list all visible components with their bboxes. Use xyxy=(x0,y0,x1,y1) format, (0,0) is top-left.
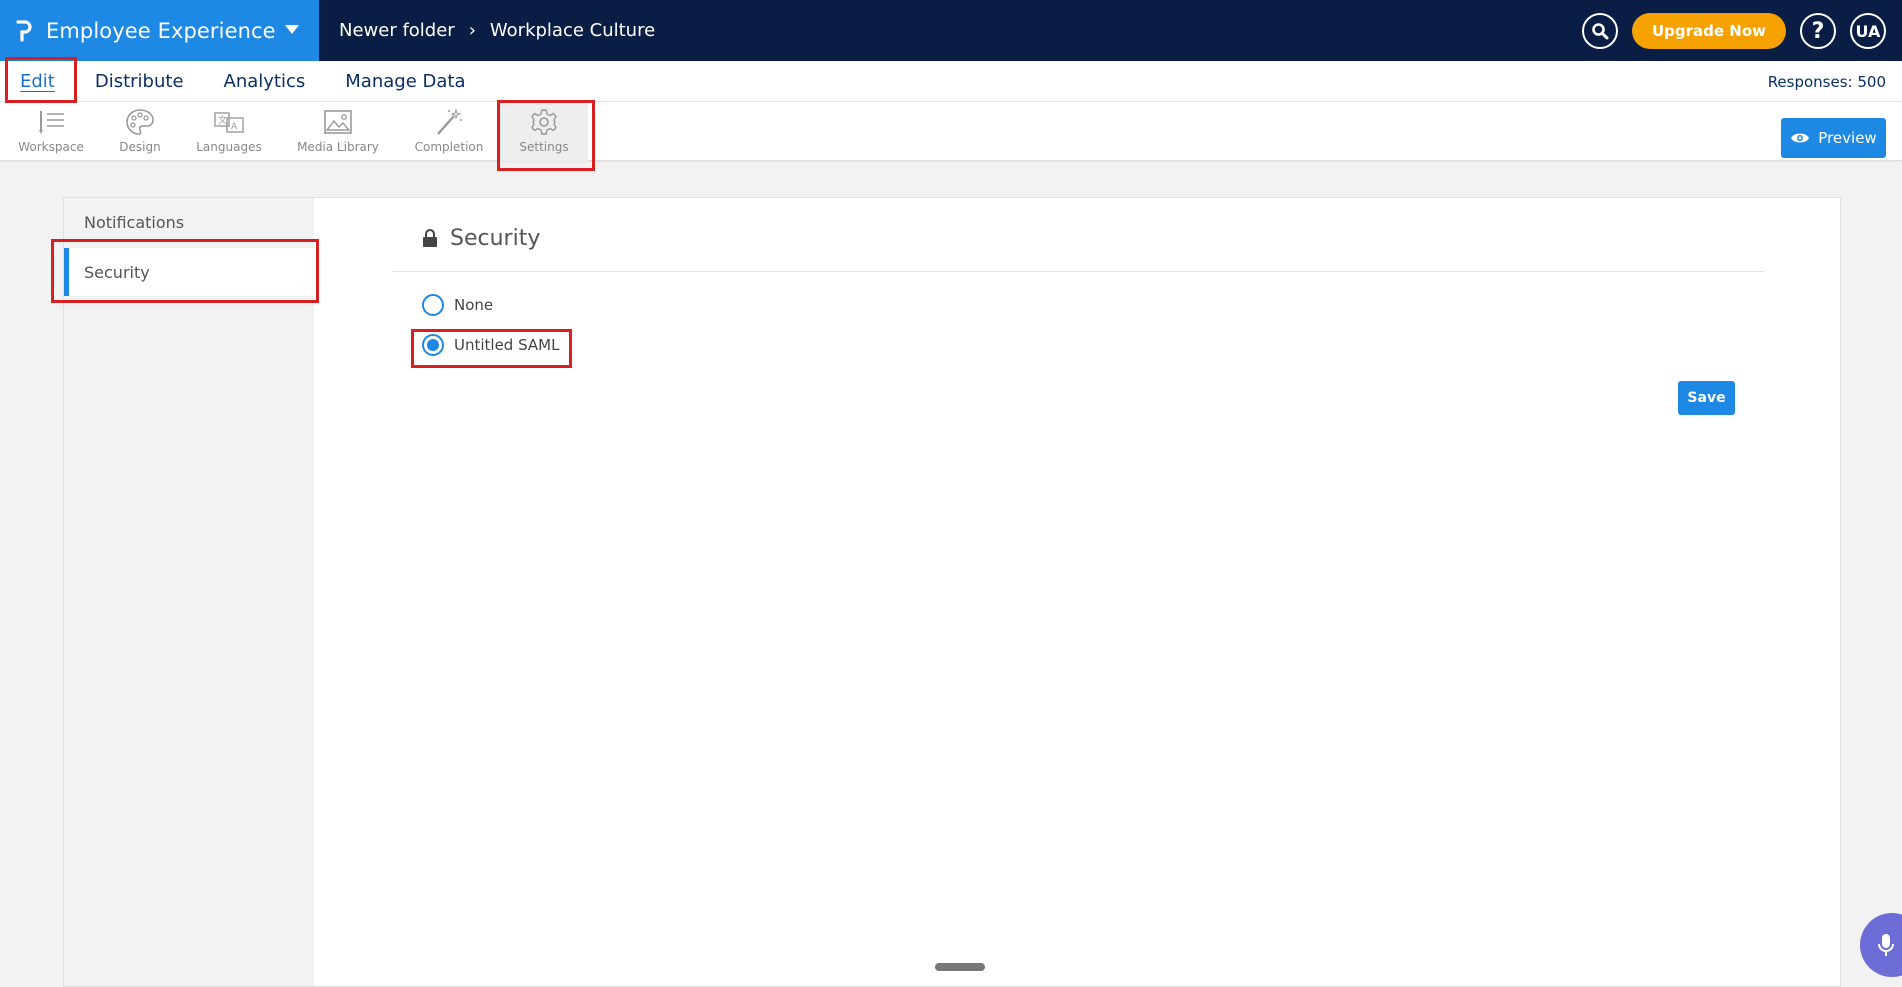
sidebar-item-label: Notifications xyxy=(84,212,185,232)
breadcrumb-survey: Workplace Culture xyxy=(489,20,656,41)
palette-icon xyxy=(126,109,154,135)
tool-workspace[interactable]: Workspace xyxy=(14,102,88,161)
tool-label: Media Library xyxy=(297,140,379,154)
settings-panel: Notifications Security Security None Unt… xyxy=(63,197,1841,987)
tab-manage-data[interactable]: Manage Data xyxy=(345,71,465,92)
upgrade-now-button[interactable]: Upgrade Now xyxy=(1631,13,1786,49)
save-button[interactable]: Save xyxy=(1678,381,1735,415)
tool-design[interactable]: Design xyxy=(110,102,170,161)
avatar[interactable]: UA xyxy=(1850,13,1886,49)
translate-icon: 文A xyxy=(214,112,244,133)
tool-bar: Workspace Design 文A Languages Media Libr… xyxy=(0,102,1902,161)
nav-bar: Edit Distribute Analytics Manage Data Re… xyxy=(0,61,1902,102)
magic-wand-icon xyxy=(437,108,462,135)
responses-count: Responses: 500 xyxy=(1767,73,1886,91)
tool-label: Design xyxy=(119,140,161,154)
section-header: Security xyxy=(392,224,1764,272)
preview-label: Preview xyxy=(1818,129,1877,147)
settings-sidebar: Notifications Security xyxy=(64,198,314,986)
help-button[interactable]: ? xyxy=(1800,13,1836,49)
search-icon xyxy=(1592,23,1609,40)
microphone-icon xyxy=(1878,934,1894,956)
help-icon: ? xyxy=(1811,18,1825,44)
security-content: Security None Untitled SAML Save xyxy=(392,198,1764,986)
image-icon xyxy=(324,110,352,134)
highlight-box xyxy=(5,57,77,103)
tool-label: Workspace xyxy=(18,140,84,154)
breadcrumb-folder[interactable]: Newer folder xyxy=(339,20,455,41)
top-bar: Employee Experience Newer folder › Workp… xyxy=(0,0,1902,61)
app-switcher[interactable]: Employee Experience xyxy=(0,0,319,61)
section-title: Security xyxy=(450,226,541,251)
chevron-down-icon[interactable] xyxy=(285,25,299,34)
radio-none[interactable] xyxy=(422,294,444,316)
app-logo-icon xyxy=(16,19,32,43)
drag-handle[interactable] xyxy=(935,963,985,971)
option-label: None xyxy=(454,296,494,314)
highlight-box xyxy=(411,329,572,368)
tool-languages[interactable]: 文A Languages xyxy=(192,102,266,161)
eye-icon xyxy=(1791,133,1810,143)
svg-text:A: A xyxy=(231,122,238,132)
search-button[interactable] xyxy=(1581,13,1618,49)
preview-button[interactable]: Preview xyxy=(1781,118,1886,158)
highlight-box xyxy=(497,100,595,171)
tool-label: Languages xyxy=(196,140,262,154)
tab-distribute[interactable]: Distribute xyxy=(95,71,184,92)
lock-icon xyxy=(423,229,437,247)
voice-assistant-button[interactable] xyxy=(1860,913,1902,977)
breadcrumb: Newer folder › Workplace Culture xyxy=(339,0,655,61)
workspace-icon xyxy=(39,111,64,134)
tab-analytics[interactable]: Analytics xyxy=(224,71,306,92)
chevron-right-icon: › xyxy=(468,20,476,41)
tool-media-library[interactable]: Media Library xyxy=(292,102,384,161)
option-none[interactable]: None xyxy=(422,294,493,316)
app-title: Employee Experience xyxy=(46,18,276,43)
tool-completion[interactable]: Completion xyxy=(410,102,488,161)
svg-text:文: 文 xyxy=(218,114,227,126)
tool-label: Completion xyxy=(414,140,484,154)
highlight-box xyxy=(51,239,319,303)
